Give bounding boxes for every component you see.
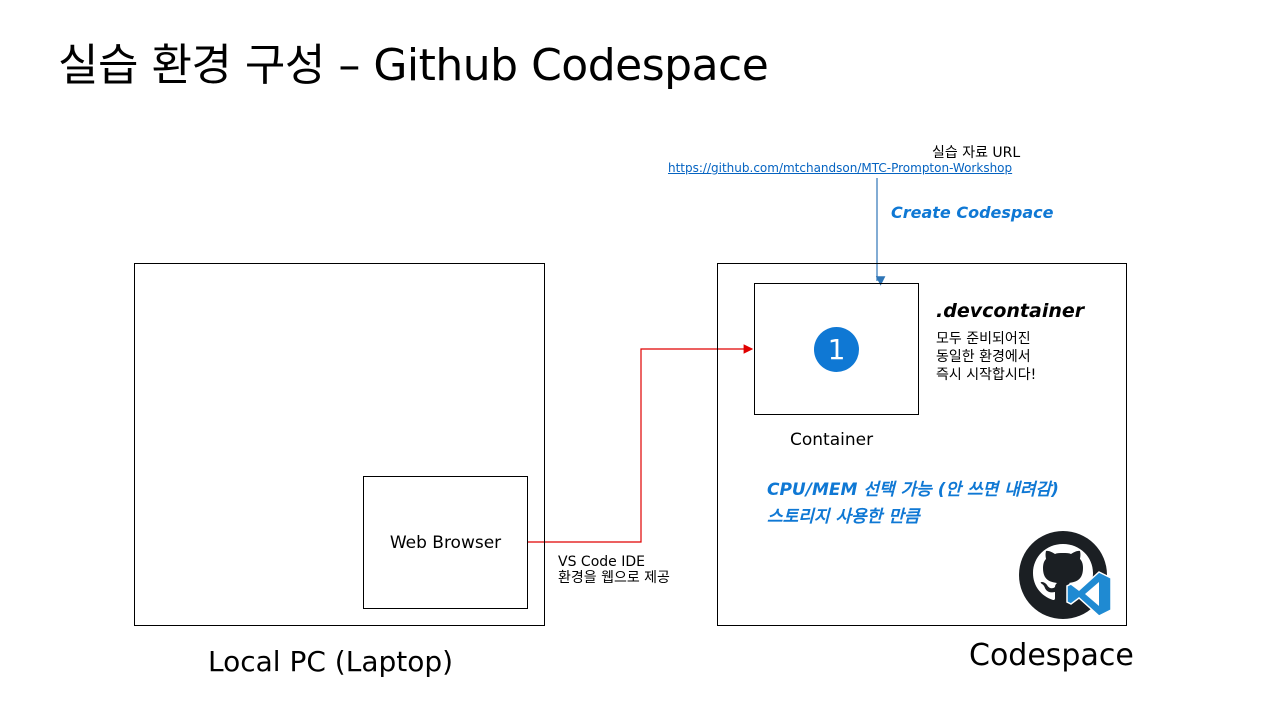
source-url-link[interactable]: https://github.com/mtchandson/MTC-Prompt… bbox=[668, 161, 1012, 175]
cpu-mem-note: CPU/MEM 선택 가능 (안 쓰면 내려감) bbox=[767, 480, 1059, 500]
vscode-ide-note: VS Code IDE 환경을 웹으로 제공 bbox=[558, 554, 670, 586]
source-url-label: 실습 자료 URL bbox=[932, 145, 1021, 161]
codespace-logo bbox=[1019, 531, 1112, 619]
storage-note: 스토리지 사용한 만큼 bbox=[767, 507, 920, 527]
web-browser-label: Web Browser bbox=[389, 532, 502, 553]
codespace-label: Codespace bbox=[969, 638, 1134, 673]
devcontainer-title: .devcontainer bbox=[936, 300, 1085, 322]
devcontainer-line: 즉시 시작합시다! bbox=[936, 367, 1037, 383]
web-browser-box: Web Browser bbox=[363, 476, 528, 609]
step-badge: 1 bbox=[814, 327, 859, 372]
vscode-note-line: 환경을 웹으로 제공 bbox=[558, 570, 670, 586]
local-pc-label: Local PC (Laptop) bbox=[208, 645, 454, 678]
container-label: Container bbox=[790, 430, 874, 450]
step-badge-number: 1 bbox=[827, 333, 846, 366]
devcontainer-description: 모두 준비되어진 동일한 환경에서 즉시 시작합시다! bbox=[936, 330, 1036, 384]
create-codespace-label: Create Codespace bbox=[891, 203, 1054, 222]
vscode-note-line: VS Code IDE bbox=[558, 554, 645, 570]
devcontainer-line: 모두 준비되어진 bbox=[936, 331, 1031, 347]
devcontainer-line: 동일한 환경에서 bbox=[936, 349, 1031, 365]
